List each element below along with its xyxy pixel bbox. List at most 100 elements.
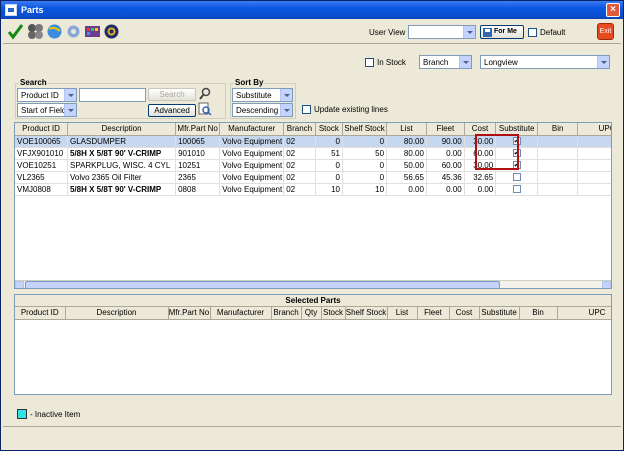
search-field-select[interactable]: Product ID xyxy=(17,88,77,102)
substitute-checkbox[interactable] xyxy=(512,185,521,194)
cell-mfr: 2365 xyxy=(175,171,221,184)
column-header[interactable]: Qty xyxy=(301,307,322,320)
branch-select[interactable]: Branch xyxy=(419,55,472,69)
column-header[interactable]: Manufacturer xyxy=(219,123,285,136)
cell-substitute xyxy=(495,183,539,196)
column-header[interactable]: Fleet xyxy=(417,307,450,320)
palette-icon[interactable] xyxy=(84,23,101,40)
table-row[interactable]: VL2365 Volvo 2365 Oil Filter 2365 Volvo Equ… xyxy=(15,171,611,184)
default-label: Default xyxy=(540,28,566,37)
color-wheel-icon[interactable] xyxy=(103,23,120,40)
column-header[interactable]: Product ID xyxy=(15,307,66,320)
inactive-item-label: - Inactive Item xyxy=(30,410,81,419)
column-header[interactable]: Shelf Stock xyxy=(345,307,388,320)
selected-header-row: Product ID Description Mfr.Part No Manuf… xyxy=(15,307,611,320)
column-header[interactable]: Shelf Stock xyxy=(342,123,388,136)
cell-bin xyxy=(537,171,579,184)
for-me-button[interactable]: For Me xyxy=(480,25,524,39)
check-icon[interactable] xyxy=(7,23,24,40)
cell-list: 80.00 xyxy=(386,147,427,160)
column-header[interactable]: Manufacturer xyxy=(210,307,272,320)
in-stock-checkbox[interactable] xyxy=(365,58,374,67)
column-header[interactable]: Cost xyxy=(449,307,480,320)
substitute-checkbox[interactable] xyxy=(512,173,521,182)
scroll-left-button[interactable] xyxy=(15,281,24,288)
column-header[interactable]: Description xyxy=(67,123,177,136)
match-type-select[interactable]: Start of Field xyxy=(17,103,77,117)
title-bar[interactable]: Parts × xyxy=(1,1,623,19)
save-icon xyxy=(483,28,492,37)
table-row[interactable]: VFJX901010 5/8H X 5/8T 90' V-CRIMP 901010 V… xyxy=(15,147,611,160)
cell-stock: 10 xyxy=(315,183,343,196)
column-header[interactable]: Branch xyxy=(271,307,302,320)
column-header[interactable]: Branch xyxy=(283,123,316,136)
substitute-highlight-box xyxy=(475,134,519,170)
column-header[interactable]: Mfr.Part No xyxy=(175,123,221,136)
in-stock-label: In Stock xyxy=(377,58,406,67)
cell-fleet: 60.00 xyxy=(426,159,465,172)
column-header[interactable]: List xyxy=(386,123,427,136)
close-button[interactable]: × xyxy=(606,3,620,17)
cell-bin xyxy=(537,135,579,148)
column-header[interactable]: Bin xyxy=(519,307,558,320)
cell-list: 56.65 xyxy=(386,171,427,184)
cell-description: SPARKPLUG, WISC. 4 CYL xyxy=(67,159,177,172)
column-header[interactable]: Stock xyxy=(315,123,343,136)
default-checkbox[interactable] xyxy=(528,28,537,37)
cell-description: 5/8H X 5/8T 90' V-CRIMP xyxy=(67,147,177,160)
results-header-row: Product ID Description Mfr.Part No Manuf… xyxy=(15,123,611,136)
cell-cost: 0.00 xyxy=(464,183,497,196)
scroll-thumb[interactable] xyxy=(25,281,500,288)
cell-fleet: 45.36 xyxy=(426,171,465,184)
sort-order-select[interactable]: Descending xyxy=(232,103,293,117)
search-input[interactable] xyxy=(79,88,146,102)
gear-icon[interactable] xyxy=(65,23,82,40)
magnifier-icon[interactable] xyxy=(198,87,212,101)
column-header[interactable]: Bin xyxy=(537,123,579,136)
cell-mfr: 901010 xyxy=(175,147,221,160)
cell-product-id: VMJ0808 xyxy=(15,183,68,196)
globe-icon[interactable] xyxy=(46,23,63,40)
selected-parts-title: Selected Parts xyxy=(15,295,611,307)
advanced-search-icon[interactable] xyxy=(198,102,212,116)
update-existing-checkbox[interactable] xyxy=(302,105,311,114)
chevron-down-icon xyxy=(64,104,76,116)
chevron-down-icon xyxy=(64,89,76,101)
advanced-button[interactable]: Advanced xyxy=(148,104,196,117)
cell-branch: 02 xyxy=(283,183,316,196)
status-bar xyxy=(3,426,621,446)
table-row[interactable]: VOE100065 GLASDUMPER 100065 Volvo Equipment… xyxy=(15,135,611,148)
cell-manufacturer: Volvo Equipment xyxy=(219,183,285,196)
coins-icon[interactable] xyxy=(27,23,44,40)
column-header[interactable]: Substitute xyxy=(479,307,520,320)
chevron-down-icon xyxy=(463,26,475,38)
column-header[interactable]: Mfr.Part No xyxy=(168,307,211,320)
column-header[interactable]: UPC xyxy=(577,123,611,136)
column-header[interactable]: Product ID xyxy=(15,123,68,136)
user-view-select[interactable] xyxy=(408,25,476,39)
cell-list: 0.00 xyxy=(386,183,427,196)
column-header[interactable]: UPC xyxy=(557,307,611,320)
view-select[interactable]: Longview xyxy=(480,55,610,69)
column-header[interactable]: Fleet xyxy=(426,123,465,136)
column-header[interactable]: Stock xyxy=(321,307,346,320)
sort-field-select[interactable]: Substitute xyxy=(232,88,293,102)
cell-substitute xyxy=(495,171,539,184)
exit-icon[interactable]: Exit xyxy=(597,23,614,40)
cell-product-id: VOE100065 xyxy=(15,135,68,148)
table-row[interactable]: VMJ0808 5/8H X 5/8T 90' V-CRIMP 0808 Volvo … xyxy=(15,183,611,196)
cell-cost: 32.65 xyxy=(464,171,497,184)
cell-bin xyxy=(537,183,579,196)
table-row[interactable]: VOE10251 SPARKPLUG, WISC. 4 CYL 10251 Volvo… xyxy=(15,159,611,172)
scroll-right-button[interactable] xyxy=(602,281,611,288)
parts-window: Parts × User View For Me Default Exit In… xyxy=(0,0,624,451)
column-header[interactable]: Description xyxy=(65,307,169,320)
cell-manufacturer: Volvo Equipment xyxy=(219,147,285,160)
results-horizontal-scrollbar[interactable] xyxy=(15,280,611,288)
cell-manufacturer: Volvo Equipment xyxy=(219,171,285,184)
cell-upc xyxy=(577,183,611,196)
cell-stock: 0 xyxy=(315,171,343,184)
column-header[interactable]: List xyxy=(387,307,418,320)
chevron-down-icon xyxy=(459,56,471,68)
search-button[interactable]: Search xyxy=(148,88,196,101)
